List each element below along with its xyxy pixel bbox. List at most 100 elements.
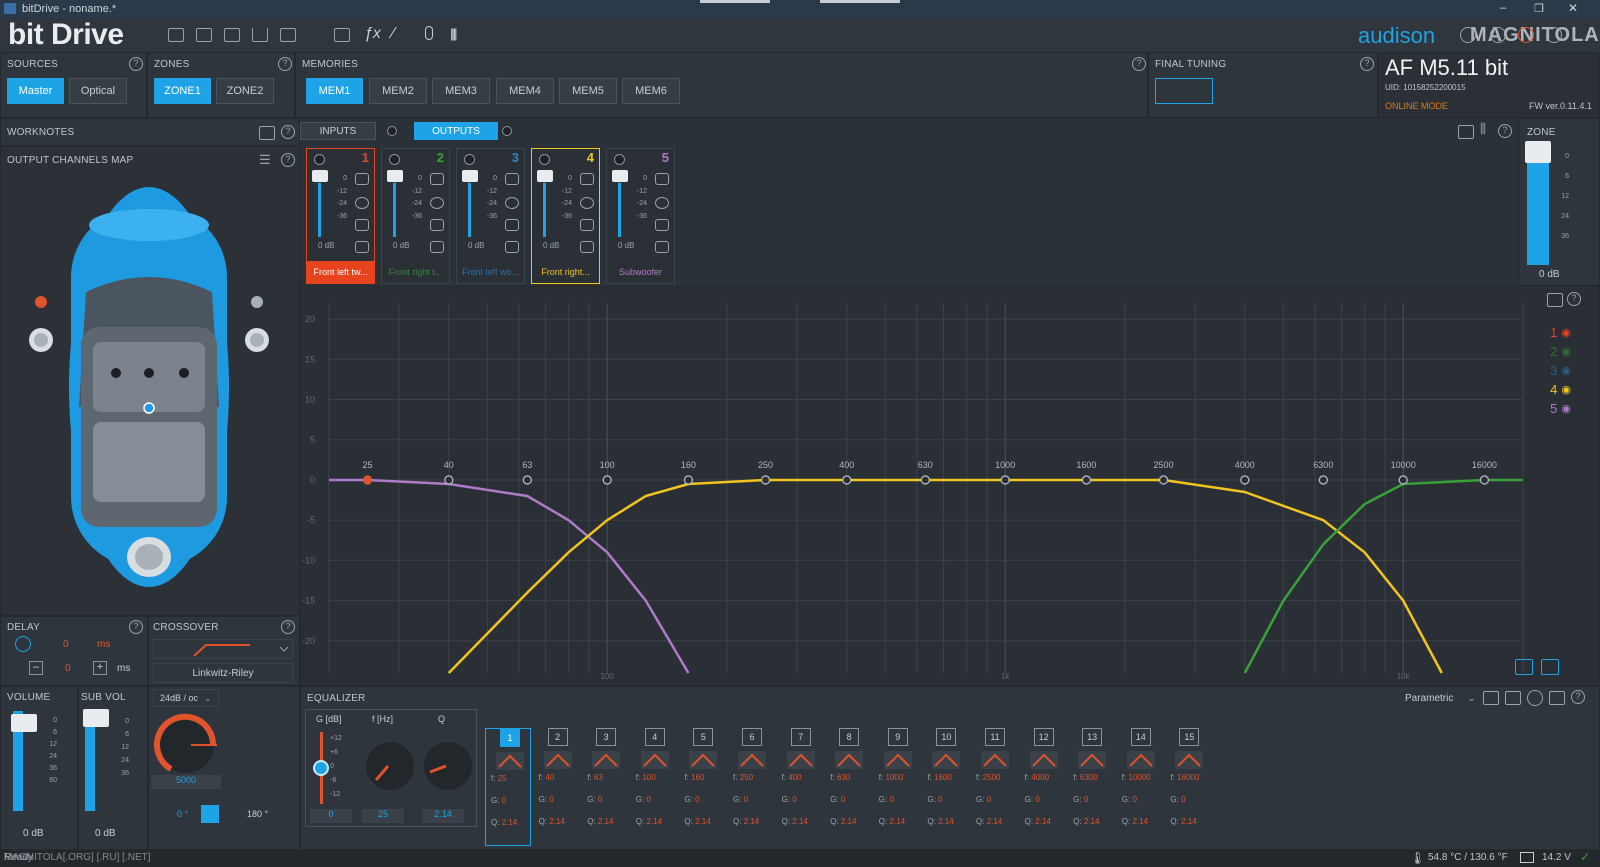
waveform-icon[interactable]: |||| <box>450 26 457 41</box>
channel-fader-knob[interactable] <box>537 170 553 182</box>
volume-fader-knob[interactable] <box>11 714 37 732</box>
zone-fader-knob[interactable] <box>1525 141 1551 163</box>
sum-icon[interactable] <box>1515 659 1533 675</box>
link-icon[interactable] <box>1483 691 1499 705</box>
source-master-button[interactable]: Master <box>7 78 64 104</box>
minimize-icon[interactable]: – <box>1500 2 1506 14</box>
peak-filter-icon[interactable] <box>496 752 524 770</box>
microphone-icon[interactable] <box>425 26 433 40</box>
channel-fader-knob[interactable] <box>462 170 478 182</box>
peak-filter-icon[interactable] <box>543 751 572 769</box>
target-icon[interactable] <box>1527 690 1543 706</box>
help-icon[interactable]: ? <box>278 57 292 71</box>
output-channel-strip[interactable]: 3 0 -12 -24 -36 0 dB Front left wo... <box>456 148 525 284</box>
delay-step[interactable]: 0 <box>65 663 71 674</box>
peak-filter-icon[interactable] <box>883 751 912 769</box>
eq-band[interactable]: 14 f: 10000 G: 0 Q: 2.14 <box>1117 728 1163 846</box>
eq-band[interactable]: 12 f: 4000 G: 0 Q: 2.14 <box>1020 728 1066 846</box>
settings-icon[interactable] <box>655 197 669 209</box>
info-circle-icon[interactable] <box>1460 27 1476 43</box>
mem5-button[interactable]: MEM5 <box>559 78 617 104</box>
eq-band[interactable]: 3 f: 63 G: 0 Q: 2.14 <box>582 728 628 846</box>
legend-item[interactable]: 1 ◉ <box>1529 323 1579 342</box>
help-icon[interactable]: ? <box>129 57 143 71</box>
mem3-button[interactable]: MEM3 <box>432 78 490 104</box>
phase-icon[interactable] <box>355 219 369 231</box>
edit-name-icon[interactable] <box>655 173 669 185</box>
settings-icon[interactable] <box>580 197 594 209</box>
delay-increase-button[interactable]: + <box>93 661 107 675</box>
eye-icon[interactable]: ◉ <box>1561 345 1571 358</box>
eq-band-number[interactable]: 1 <box>500 729 520 747</box>
frequency-response-chart[interactable]: 20 15 10 5 0 -5 -10 -15 -20 25 40 63 100 160 250 400 630… <box>301 287 1531 687</box>
magic-wand-icon[interactable]: ⁄ <box>392 25 395 43</box>
eq-band-number[interactable]: 5 <box>693 728 714 746</box>
peak-filter-icon[interactable] <box>786 751 815 769</box>
output-channel-strip[interactable]: 4 0 -12 -24 -36 0 dB Front right... <box>531 148 600 284</box>
help-icon[interactable]: ? <box>281 125 295 139</box>
drag-handle[interactable] <box>820 0 900 3</box>
gain-value[interactable]: 0 <box>310 809 352 823</box>
peak-filter-icon[interactable] <box>1126 751 1155 769</box>
eq-band[interactable]: 7 f: 400 G: 0 Q: 2.14 <box>777 728 823 846</box>
eq-band-number[interactable]: 10 <box>936 728 957 746</box>
settings-icon[interactable] <box>355 197 369 209</box>
eye-icon[interactable]: ◉ <box>1561 364 1571 377</box>
eq-band[interactable]: 8 f: 630 G: 0 Q: 2.14 <box>825 728 871 846</box>
gear-icon[interactable] <box>1490 27 1506 43</box>
mixer-icon[interactable]: ⫼ <box>1480 121 1486 137</box>
camera-icon[interactable] <box>259 126 275 140</box>
mem6-button[interactable]: MEM6 <box>622 78 680 104</box>
restore-icon[interactable]: ❐ <box>1534 2 1544 15</box>
zone1-button[interactable]: ZONE1 <box>154 78 211 104</box>
drag-handle[interactable] <box>700 0 770 3</box>
peak-filter-icon[interactable] <box>932 751 961 769</box>
freq-value[interactable]: 25 <box>362 809 404 823</box>
fullscreen-icon[interactable] <box>1547 293 1563 307</box>
eq-band-number[interactable]: 4 <box>644 728 665 746</box>
source-optical-button[interactable]: Optical <box>69 78 127 104</box>
channel-fader-knob[interactable] <box>387 170 403 182</box>
channel-led[interactable] <box>539 154 550 165</box>
list-icon[interactable] <box>280 28 296 42</box>
eq-band-number[interactable]: 12 <box>1033 728 1054 746</box>
eq-band[interactable]: 6 f: 250 G: 0 Q: 2.14 <box>728 728 774 846</box>
eq-band[interactable]: 2 f: 40 G: 0 Q: 2.14 <box>534 728 580 846</box>
q-knob[interactable] <box>420 738 476 794</box>
peak-filter-icon[interactable] <box>1029 751 1058 769</box>
eq-band[interactable]: 10 f: 1600 G: 0 Q: 2.14 <box>922 728 968 846</box>
slope-select[interactable]: 24dB / oc ⌄ <box>153 689 219 707</box>
mute-icon[interactable] <box>430 241 444 253</box>
peak-filter-icon[interactable] <box>592 751 621 769</box>
mute-icon[interactable] <box>655 241 669 253</box>
eq-band-number[interactable]: 6 <box>742 728 762 746</box>
tab-inputs[interactable]: INPUTS <box>300 122 376 140</box>
eq-band-number[interactable]: 3 <box>596 728 617 746</box>
legend-item[interactable]: 2 ◉ <box>1529 342 1579 361</box>
channel-led[interactable] <box>464 154 475 165</box>
help-icon[interactable]: ? <box>129 620 143 634</box>
sub-vol-fader-knob[interactable] <box>83 709 109 727</box>
eq-band[interactable]: 11 f: 2500 G: 0 Q: 2.14 <box>971 728 1017 846</box>
help-icon[interactable]: ? <box>1567 292 1581 306</box>
help-icon[interactable]: ? <box>1571 690 1585 704</box>
phase-icon[interactable] <box>505 219 519 231</box>
filter-shape-select[interactable] <box>153 639 293 659</box>
channel-fader-knob[interactable] <box>312 170 328 182</box>
help-icon[interactable] <box>1518 27 1534 43</box>
mem2-button[interactable]: MEM2 <box>369 78 427 104</box>
phase-toggle[interactable] <box>201 805 219 823</box>
delay-decrease-button[interactable]: – <box>29 661 43 675</box>
zone2-button[interactable]: ZONE2 <box>216 78 274 104</box>
info-icon[interactable] <box>1546 27 1562 43</box>
output-channel-strip[interactable]: 5 0 -12 -24 -36 0 dB Subwoofer <box>606 148 675 284</box>
link-icon[interactable] <box>1458 125 1474 139</box>
final-tuning-button[interactable] <box>1155 78 1213 104</box>
output-channel-strip[interactable]: 1 0 -12 -24 -36 0 dB Front left tw... <box>306 148 375 284</box>
mem1-button[interactable]: MEM1 <box>306 78 363 104</box>
eye-icon[interactable]: ◉ <box>1561 326 1571 339</box>
close-icon[interactable]: ✕ <box>1568 1 1578 15</box>
eq-band[interactable]: 13 f: 6300 G: 0 Q: 2.14 <box>1068 728 1114 846</box>
eq-band[interactable]: 15 f: 16000 G: 0 Q: 2.14 <box>1165 728 1211 846</box>
settings-icon[interactable] <box>505 197 519 209</box>
